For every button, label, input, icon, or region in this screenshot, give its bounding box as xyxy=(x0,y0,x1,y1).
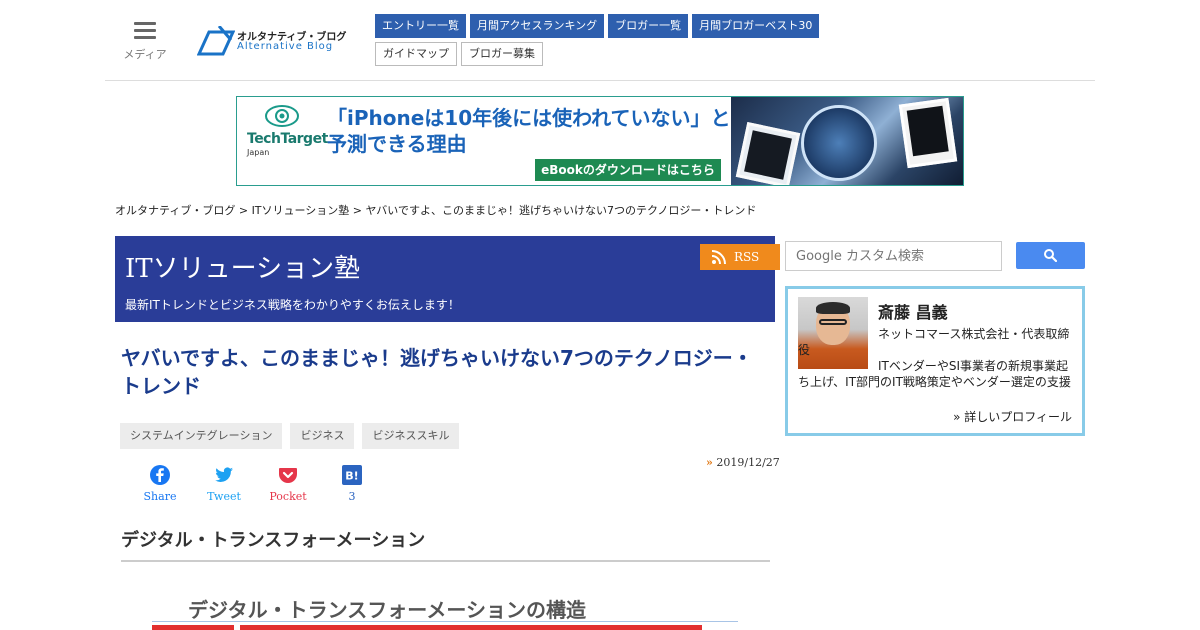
article-tags: システムインテグレーション ビジネス ビジネススキル xyxy=(120,423,460,449)
facebook-share-label: Share xyxy=(143,490,177,503)
banner-headline-line2: 予測できる理由 xyxy=(327,132,467,156)
banner-phone-image xyxy=(898,97,958,169)
nav-entries-button[interactable]: エントリー一覧 xyxy=(375,14,466,38)
nav-bloggers-button[interactable]: ブロガー一覧 xyxy=(608,14,689,38)
banner-phone-image xyxy=(735,121,801,185)
avatar-glasses xyxy=(819,319,847,325)
author-bio-line: ネットコマース株式会社・代表取締役 xyxy=(798,327,1070,357)
nav-ranking-button[interactable]: 月間アクセスランキング xyxy=(470,14,605,38)
author-profile: 斎藤 昌義 ネットコマース株式会社・代表取締役 ITベンダーやSI事業者の新規事… xyxy=(785,286,1085,436)
rss-label: RSS xyxy=(734,250,760,264)
twitter-share-label: Tweet xyxy=(207,490,241,503)
facebook-share-button[interactable]: Share xyxy=(128,464,192,503)
banner-image xyxy=(731,97,963,185)
facebook-icon xyxy=(150,465,170,485)
techtarget-logo: TechTarget Japan xyxy=(245,105,328,165)
hatena-bookmark-button[interactable]: B! 3 xyxy=(320,464,384,503)
media-menu-button[interactable]: メディア xyxy=(123,20,167,62)
breadcrumb-current: ヤバいですよ、このままじゃ！逃げちゃいけない7つのテクノロジー・トレンド xyxy=(365,204,757,217)
breadcrumb-separator: > xyxy=(349,204,366,217)
nav-best30-button[interactable]: 月間ブロガーベスト30 xyxy=(692,14,820,38)
hamburger-icon xyxy=(134,22,156,40)
techtarget-eye-icon xyxy=(265,105,299,127)
banner-brand-sub: Japan xyxy=(247,148,270,157)
nav-guidemap-button[interactable]: ガイドマップ xyxy=(375,42,457,66)
banner-headline: 「iPhoneは10年後には使われていない」と 予測できる理由 xyxy=(327,105,737,157)
rss-icon xyxy=(712,250,726,264)
banner-headline-line1: 「iPhoneは10年後には使われていない」と xyxy=(327,106,731,130)
figure-bar xyxy=(152,625,234,630)
nav-row-secondary: ガイドマップ ブロガー募集 xyxy=(375,42,835,66)
share-buttons: Share Tweet Pocket B! 3 xyxy=(128,464,384,503)
banner-clock-image xyxy=(801,105,877,181)
global-nav: エントリー一覧 月間アクセスランキング ブロガー一覧 月間ブロガーベスト30 ガ… xyxy=(375,14,835,70)
date-value: 2019/12/27 xyxy=(716,456,780,469)
figure-title: デジタル・トランスフォーメーションの構造 xyxy=(188,598,586,622)
twitter-icon xyxy=(215,467,233,482)
date-marker: » xyxy=(706,456,713,469)
rss-button[interactable]: RSS xyxy=(700,244,780,270)
breadcrumb-separator: > xyxy=(235,204,252,217)
figure-bar xyxy=(240,625,702,630)
figure-divider xyxy=(152,621,738,622)
banner-download-button[interactable]: eBookのダウンロードはこちら xyxy=(535,159,721,181)
hatena-bookmark-count: 3 xyxy=(348,490,356,503)
breadcrumb-blog-link[interactable]: ITソリューション塾 xyxy=(252,204,350,217)
site-logo[interactable]: オルタナティブ・ブログ Alternative Blog xyxy=(197,24,347,56)
search-button[interactable] xyxy=(1016,242,1085,269)
article-figure: デジタル・トランスフォーメーションの構造 xyxy=(152,590,742,630)
tag-system-integration[interactable]: システムインテグレーション xyxy=(120,423,283,449)
breadcrumb-home-link[interactable]: オルタナティブ・ブログ xyxy=(115,204,235,217)
custom-search xyxy=(785,241,1085,271)
twitter-share-button[interactable]: Tweet xyxy=(192,464,256,503)
logo-mark-icon xyxy=(197,26,235,56)
ad-banner[interactable]: TechTarget Japan 「iPhoneは10年後には使われていない」と… xyxy=(236,96,964,186)
media-menu-label: メディア xyxy=(123,48,167,61)
section-heading: デジタル・トランスフォーメーション xyxy=(121,526,770,562)
blog-header: ITソリューション塾 最新ITトレンドとビジネス戦略をわかりやすくお伝えします！… xyxy=(115,236,780,322)
hatena-icon: B! xyxy=(342,465,362,485)
pocket-share-button[interactable]: Pocket xyxy=(256,464,320,503)
nav-row-primary: エントリー一覧 月間アクセスランキング ブロガー一覧 月間ブロガーベスト30 xyxy=(375,14,835,38)
nav-recruit-button[interactable]: ブロガー募集 xyxy=(461,42,543,66)
site-header: メディア オルタナティブ・ブログ Alternative Blog エントリー一… xyxy=(105,0,1095,81)
breadcrumb: オルタナティブ・ブログ > ITソリューション塾 > ヤバいですよ、このままじゃ… xyxy=(115,202,756,218)
avatar-hair xyxy=(816,302,850,314)
tag-business[interactable]: ビジネス xyxy=(290,423,355,449)
tag-business-skill[interactable]: ビジネススキル xyxy=(362,423,460,449)
pocket-share-label: Pocket xyxy=(269,490,307,503)
blog-description: 最新ITトレンドとビジネス戦略をわかりやすくお伝えします！ xyxy=(125,298,460,312)
hatena-icon-text: B! xyxy=(345,470,358,483)
banner-brand: TechTarget xyxy=(247,131,328,147)
author-bio-line: ITベンダーやSI事業者の新規事業起ち上げ、IT部門のIT戦略策定やベンダー選定… xyxy=(798,359,1071,389)
blog-title[interactable]: ITソリューション塾 xyxy=(125,248,360,285)
logo-text-english: Alternative Blog xyxy=(237,41,334,52)
article-date: » 2019/12/27 xyxy=(706,456,780,469)
search-icon xyxy=(1044,249,1057,262)
pocket-icon xyxy=(279,468,297,483)
author-bio: ネットコマース株式会社・代表取締役 ITベンダーやSI事業者の新規事業起ち上げ、… xyxy=(798,326,1074,390)
author-name: 斎藤 昌義 xyxy=(878,303,948,322)
search-input[interactable] xyxy=(785,241,1002,271)
article-title: ヤバいですよ、このままじゃ！逃げちゃいけない7つのテクノロジー・トレンド xyxy=(121,346,753,398)
profile-detail-link[interactable]: » 詳しいプロフィール xyxy=(953,408,1072,425)
